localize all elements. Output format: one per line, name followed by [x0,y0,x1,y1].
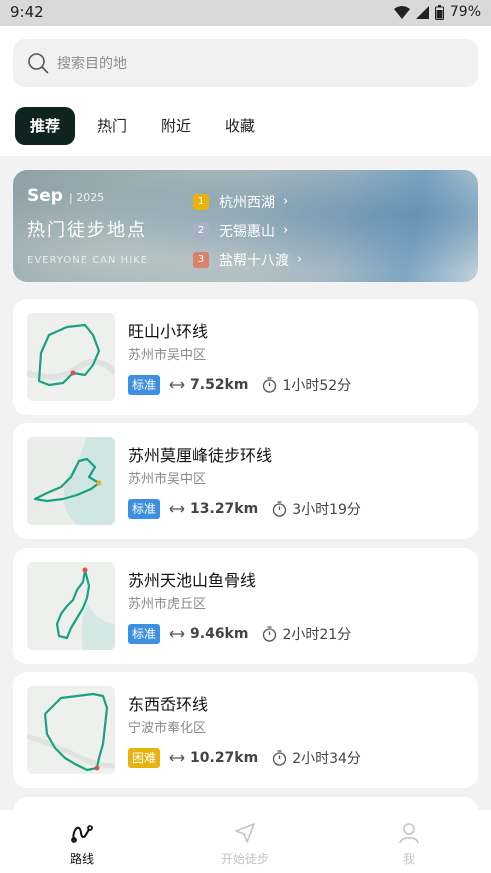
search-input[interactable]: 搜索目的地 [57,53,127,73]
tab-nearby[interactable]: 附近 [145,107,207,145]
route-name: 苏州天池山鱼骨线 [128,571,257,590]
difficulty-badge: 标准 [128,499,161,519]
rank-badge: 2 [193,222,209,239]
route-card[interactable]: 旺山小环线 苏州市吴中区 标准 7.52km 1小时52分 [13,299,478,415]
tab-popular[interactable]: 热门 [81,107,143,145]
timer-icon [273,750,287,766]
route-name: 东西岙环线 [128,695,209,714]
chevron-right-icon: › [283,194,289,209]
tab-recommended[interactable]: 推荐 [15,107,76,145]
ranking-item[interactable]: 2 无锡惠山 › [193,216,302,245]
status-bar: 9:42 79% [0,0,491,26]
route-map-thumbnail [27,686,115,774]
route-map-thumbnail [27,313,115,401]
timer-icon [273,501,287,517]
route-distance: 10.27km [190,750,259,766]
route-map-thumbnail [27,437,115,525]
route-duration: 2小时21分 [282,627,352,643]
route-location: 苏州市虎丘区 [128,597,207,612]
distance-icon [169,505,185,513]
chevron-right-icon: › [283,223,289,238]
route-location: 苏州市吴中区 [128,472,207,487]
search-icon [28,53,49,74]
signal-icon [415,5,429,19]
difficulty-badge: 标准 [128,624,161,644]
hot-destinations-banner[interactable]: Sep | 2025 热门徒步地点 EVERYONE CAN HIKE 1 杭州… [13,170,478,282]
rank-badge: 3 [193,251,209,268]
route-distance: 9.46km [190,626,249,642]
ranking-name: 无锡惠山 [219,223,275,240]
difficulty-badge: 困难 [128,748,161,768]
banner-title: 热门徒步地点 [27,220,147,241]
banner-subtitle: EVERYONE CAN HIKE [27,255,149,266]
route-card[interactable]: 苏州天池山鱼骨线 苏州市虎丘区 标准 9.46km 2小时21分 [13,548,478,664]
route-name: 旺山小环线 [128,322,209,341]
ranking-name: 杭州西湖 [219,194,275,211]
route-duration: 1小时52分 [282,378,352,394]
route-name: 苏州莫厘峰徒步环线 [128,446,273,465]
status-time: 9:42 [10,3,44,21]
route-duration: 2小时34分 [292,751,361,767]
bottom-nav: 路线 开始徒步 我 [0,810,491,873]
tab-favorites[interactable]: 收藏 [209,107,271,145]
distance-icon [169,630,185,638]
nav-me-label: 我 [402,852,415,866]
nav-routes-label: 路线 [69,852,94,866]
rank-badge: 1 [193,193,209,210]
battery-icon [434,4,444,20]
route-card[interactable]: 苏州莫厘峰徒步环线 苏州市吴中区 标准 13.27km 3小时19分 [13,423,478,539]
search-bar[interactable]: 搜索目的地 [13,39,478,87]
battery-level: 79% [449,4,481,20]
nav-start-hiking[interactable]: 开始徒步 [195,822,295,867]
route-card[interactable]: 东西岙环线 宁波市奉化区 困难 10.27km 2小时34分 [13,672,478,788]
nav-start-hiking-label: 开始徒步 [220,852,269,866]
nav-me[interactable]: 我 [359,822,459,867]
wifi-icon [393,5,410,19]
timer-icon [263,626,277,642]
route-icon [71,825,93,843]
user-icon [399,823,419,844]
category-tabs: 推荐 热门 附近 收藏 [15,107,273,145]
ranking-name: 盐帮十八渡 [219,252,289,269]
timer-icon [263,377,277,393]
header: 搜索目的地 推荐 热门 附近 收藏 [0,26,491,156]
route-location: 宁波市奉化区 [128,721,207,736]
distance-icon [169,754,185,762]
difficulty-badge: 标准 [128,375,161,395]
ranking-item[interactable]: 1 杭州西湖 › [193,187,302,216]
route-location: 苏州市吴中区 [128,348,207,363]
route-map-thumbnail [27,562,115,650]
navigate-icon [235,823,255,843]
ranking-list: 1 杭州西湖 › 2 无锡惠山 › 3 盐帮十八渡 › [193,187,302,274]
banner-year: | 2025 [69,191,105,204]
route-distance: 13.27km [190,501,259,517]
nav-routes[interactable]: 路线 [32,822,132,867]
route-duration: 3小时19分 [292,502,361,518]
chevron-right-icon: › [297,252,303,267]
ranking-item[interactable]: 3 盐帮十八渡 › [193,245,302,274]
route-distance: 7.52km [190,377,249,393]
banner-month: Sep [27,186,63,206]
distance-icon [169,381,185,389]
